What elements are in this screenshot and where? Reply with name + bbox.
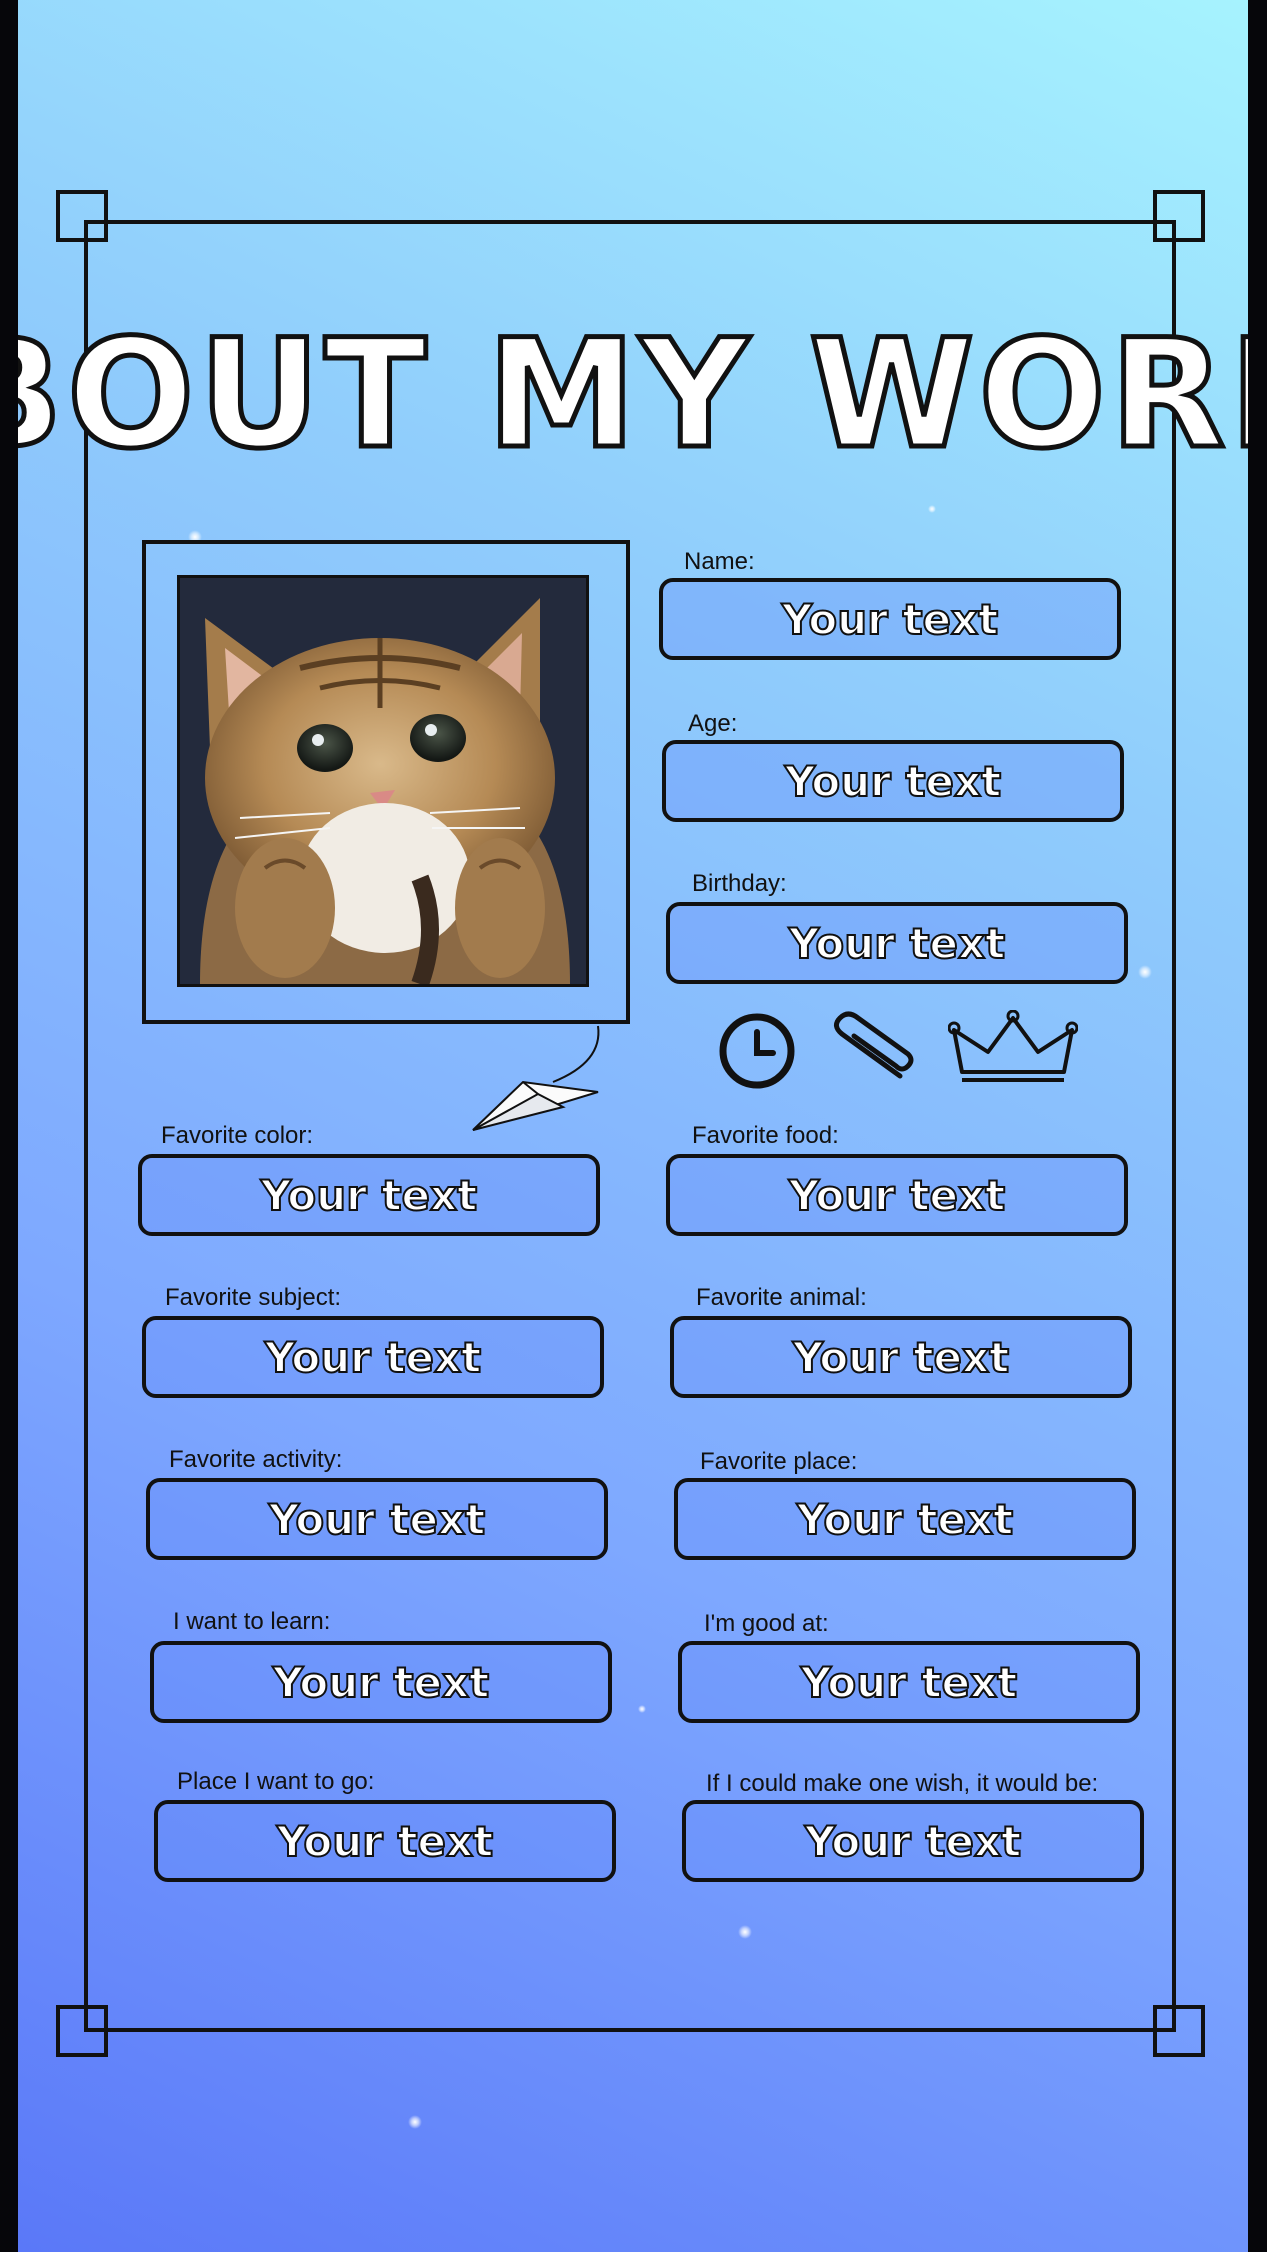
birthday-field[interactable]: Your text: [666, 902, 1128, 984]
one-wish-label: If I could make one wish, it would be:: [706, 1770, 1099, 1797]
one-wish-value: Your text: [804, 1816, 1022, 1867]
favorite-color-field[interactable]: Your text: [138, 1154, 600, 1236]
frame-corner-bottom-right: [1153, 2005, 1205, 2057]
name-label: Name:: [684, 548, 755, 575]
favorite-subject-value: Your text: [264, 1332, 482, 1383]
place-to-go-value: Your text: [276, 1816, 494, 1867]
sparkle: [408, 2115, 422, 2129]
clock-icon: [719, 1013, 795, 1089]
birthday-label: Birthday:: [692, 870, 787, 897]
paperclip-icon: [834, 1011, 914, 1079]
place-to-go-label: Place I want to go:: [177, 1768, 375, 1795]
age-value: Your text: [784, 756, 1002, 807]
crown-icon: [948, 1010, 1078, 1082]
favorite-activity-label: Favorite activity:: [169, 1446, 343, 1473]
frame-corner-top-left: [56, 190, 108, 242]
birthday-value: Your text: [788, 918, 1006, 969]
frame-corner-top-right: [1153, 190, 1205, 242]
place-to-go-field[interactable]: Your text: [154, 1800, 616, 1882]
favorite-color-value: Your text: [260, 1170, 478, 1221]
template-canvas: ABOUT MY WORLD: [18, 0, 1248, 2252]
favorite-activity-value: Your text: [268, 1494, 486, 1545]
favorite-subject-field[interactable]: Your text: [142, 1316, 604, 1398]
want-to-learn-field[interactable]: Your text: [150, 1641, 612, 1723]
favorite-animal-label: Favorite animal:: [696, 1284, 867, 1311]
favorite-color-label: Favorite color:: [161, 1122, 314, 1149]
favorite-subject-label: Favorite subject:: [165, 1284, 342, 1311]
favorite-activity-field[interactable]: Your text: [146, 1478, 608, 1560]
good-at-label: I'm good at:: [704, 1610, 829, 1637]
name-field[interactable]: Your text: [659, 578, 1121, 660]
want-to-learn-value: Your text: [272, 1657, 490, 1708]
frame-corner-bottom-left: [56, 2005, 108, 2057]
favorite-food-label: Favorite food:: [692, 1122, 839, 1149]
favorite-animal-value: Your text: [792, 1332, 1010, 1383]
age-field[interactable]: Your text: [662, 740, 1124, 822]
good-at-value: Your text: [800, 1657, 1018, 1708]
favorite-food-value: Your text: [788, 1170, 1006, 1221]
favorite-animal-field[interactable]: Your text: [670, 1316, 1132, 1398]
one-wish-field[interactable]: Your text: [682, 1800, 1144, 1882]
paper-plane-icon: [472, 1025, 600, 1131]
page-title: ABOUT MY WORLD: [18, 306, 1248, 485]
cat-photo[interactable]: [177, 575, 589, 987]
age-label: Age:: [688, 710, 738, 737]
favorite-place-value: Your text: [796, 1494, 1014, 1545]
name-value: Your text: [781, 594, 999, 645]
cat-image: [180, 578, 586, 984]
favorite-food-field[interactable]: Your text: [666, 1154, 1128, 1236]
good-at-field[interactable]: Your text: [678, 1641, 1140, 1723]
favorite-place-field[interactable]: Your text: [674, 1478, 1136, 1560]
want-to-learn-label: I want to learn:: [173, 1608, 331, 1635]
favorite-place-label: Favorite place:: [700, 1448, 858, 1475]
